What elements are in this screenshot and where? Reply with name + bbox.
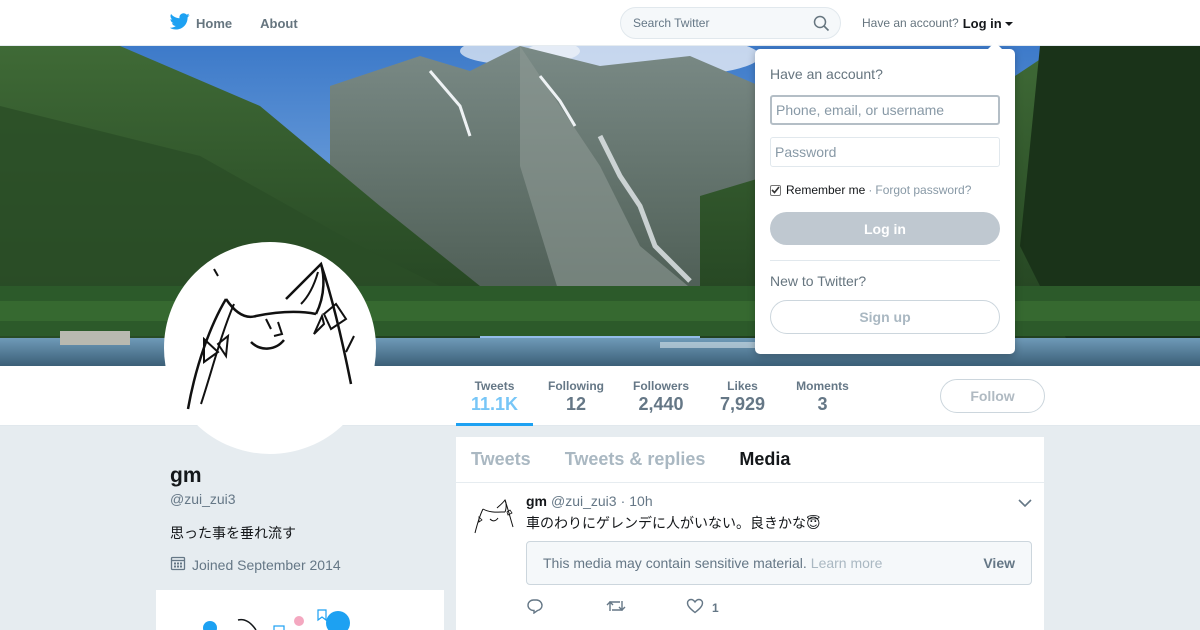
stat-likes-value: 7,929 bbox=[719, 394, 766, 414]
stat-moments[interactable]: Moments 3 bbox=[792, 366, 853, 426]
tweet-timestamp[interactable]: 10h bbox=[629, 493, 652, 509]
tab-tweets-replies[interactable]: Tweets & replies bbox=[565, 449, 706, 470]
remember-me-row: Remember me · Forgot password? bbox=[770, 183, 971, 197]
new-to-twitter-text: New to Twitter? bbox=[770, 273, 867, 289]
caret-down-icon bbox=[1004, 21, 1013, 26]
stat-followers[interactable]: Followers 2,440 bbox=[629, 366, 693, 426]
view-media-button[interactable]: View bbox=[983, 555, 1015, 571]
stat-likes-label: Likes bbox=[727, 379, 758, 393]
username-field[interactable] bbox=[770, 95, 1000, 125]
profile-joined-text: Joined September 2014 bbox=[192, 556, 341, 573]
heart-icon bbox=[686, 598, 704, 617]
stat-tweets-value: 11.1K bbox=[470, 394, 519, 414]
stat-moments-value: 3 bbox=[817, 394, 828, 414]
nav-about[interactable]: About bbox=[260, 16, 298, 31]
sensitive-media-notice: This media may contain sensitive materia… bbox=[526, 541, 1032, 585]
dropdown-arrow bbox=[988, 42, 1002, 49]
account-prompt: Have an account? bbox=[862, 16, 959, 30]
stat-moments-label: Moments bbox=[796, 379, 849, 393]
tab-tweets[interactable]: Tweets bbox=[471, 449, 531, 470]
stat-following-value: 12 bbox=[565, 394, 587, 414]
chevron-down-icon[interactable] bbox=[1018, 495, 1032, 513]
like-button[interactable]: 1 bbox=[686, 598, 766, 617]
login-dropdown-title: Have an account? bbox=[770, 66, 883, 82]
calendar-icon bbox=[170, 555, 192, 574]
profile-avatar[interactable] bbox=[164, 242, 376, 454]
timeline-tabs: Tweets Tweets & replies Media bbox=[456, 437, 1044, 483]
photos-videos-card[interactable] bbox=[156, 590, 444, 630]
profile-bio: 思った事を垂れ流す bbox=[170, 525, 296, 541]
login-link-label: Log in bbox=[962, 15, 1002, 31]
account-area: Have an account? Log in bbox=[862, 0, 1013, 46]
timeline: Tweets Tweets & replies Media gm @zui_zu… bbox=[456, 437, 1044, 630]
remember-me-checkbox[interactable] bbox=[770, 184, 781, 196]
signup-button[interactable]: Sign up bbox=[770, 300, 1000, 334]
search-box bbox=[620, 7, 841, 39]
tweet-author-handle[interactable]: @zui_zui3 bbox=[551, 493, 617, 509]
tab-media[interactable]: Media bbox=[739, 449, 790, 470]
sensitive-media-text: This media may contain sensitive materia… bbox=[543, 555, 807, 571]
login-dropdown: Have an account? Remember me · Forgot pa… bbox=[755, 42, 1015, 354]
login-submit-button[interactable]: Log in bbox=[770, 212, 1000, 245]
nav-links: Home About bbox=[169, 0, 326, 46]
follow-button[interactable]: Follow bbox=[940, 379, 1045, 413]
tweet-separator: · bbox=[620, 493, 626, 509]
password-field[interactable] bbox=[770, 137, 1000, 167]
tweet-header: gm @zui_zui3 · 10h bbox=[526, 493, 653, 509]
retweet-button[interactable] bbox=[606, 598, 686, 617]
profile-handle[interactable]: @zui_zui3 bbox=[170, 491, 236, 507]
tweet-avatar[interactable] bbox=[470, 495, 518, 543]
twitter-bird-icon bbox=[169, 13, 196, 33]
retweet-icon bbox=[606, 598, 626, 617]
dropdown-divider bbox=[770, 260, 1000, 261]
profile-name[interactable]: gm bbox=[170, 464, 202, 488]
stat-followers-label: Followers bbox=[632, 379, 689, 393]
search-icon[interactable] bbox=[813, 15, 830, 37]
stat-likes[interactable]: Likes 7,929 bbox=[716, 366, 769, 426]
login-menu-toggle[interactable]: Log in bbox=[963, 16, 1013, 31]
stat-following[interactable]: Following 12 bbox=[545, 366, 607, 426]
nav-home-label: Home bbox=[196, 15, 233, 31]
stat-following-label: Following bbox=[548, 379, 604, 393]
nav-home[interactable]: Home bbox=[169, 13, 233, 33]
tweet-item[interactable]: gm @zui_zui3 · 10h 車のわりにゲレンデに人がいない。良きかな😇… bbox=[456, 483, 1044, 630]
stat-followers-value: 2,440 bbox=[638, 394, 684, 414]
stat-tweets[interactable]: Tweets 11.1K bbox=[456, 366, 533, 426]
tweet-actions: 1 bbox=[526, 598, 766, 617]
tweet-author-name[interactable]: gm bbox=[526, 493, 547, 509]
profile-joined: Joined September 2014 bbox=[170, 555, 341, 574]
reply-icon bbox=[526, 598, 544, 617]
nav-about-label: About bbox=[260, 15, 298, 31]
top-navigation: Home About Have an account? Log in bbox=[0, 0, 1200, 46]
forgot-password-link[interactable]: Forgot password? bbox=[875, 183, 971, 197]
tweet-text: 車のわりにゲレンデに人がいない。良きかな😇 bbox=[526, 515, 821, 531]
remember-separator: · bbox=[868, 183, 873, 197]
search-input[interactable] bbox=[621, 8, 801, 38]
learn-more-link[interactable]: Learn more bbox=[811, 555, 883, 571]
reply-button[interactable] bbox=[526, 598, 606, 617]
like-count: 1 bbox=[712, 600, 719, 615]
stat-tweets-label: Tweets bbox=[474, 379, 515, 393]
remember-me-label[interactable]: Remember me bbox=[786, 183, 865, 197]
